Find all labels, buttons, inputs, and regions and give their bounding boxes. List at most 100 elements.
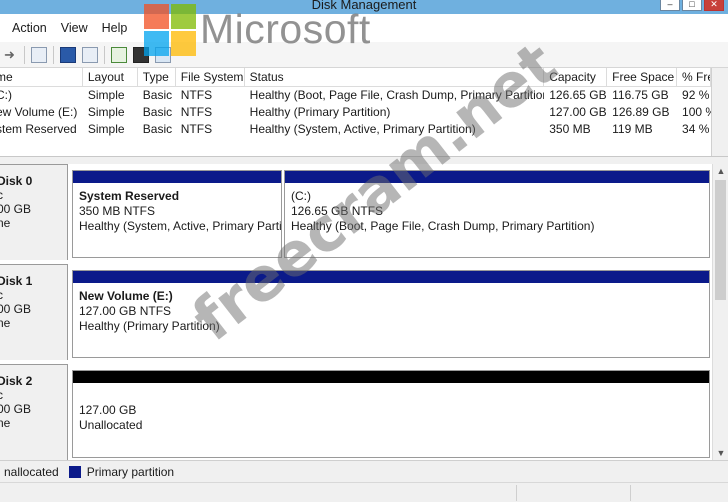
toolbar-separator xyxy=(24,45,25,64)
pane-splitter[interactable] xyxy=(0,156,728,164)
column-file-system[interactable]: File System xyxy=(176,68,245,86)
refresh-icon[interactable] xyxy=(111,46,127,63)
cell-status: Healthy (System, Active, Primary Partiti… xyxy=(249,122,476,136)
disk-row: Disk 2 c 00 GB ne 127.00 GB Unallocated xyxy=(0,364,712,460)
menu-view[interactable]: View xyxy=(61,21,88,35)
partition-e[interactable]: New Volume (E:) 127.00 GB NTFS Healthy (… xyxy=(72,270,710,358)
close-button[interactable]: ✕ xyxy=(704,0,724,11)
status-bar xyxy=(0,482,728,502)
unallocated-bar xyxy=(73,371,709,383)
cell-free-space: 116.75 GB xyxy=(612,88,669,102)
partition-c[interactable]: (C:) 126.65 GB NTFS Healthy (Boot, Page … xyxy=(284,170,710,258)
disk-status: ne xyxy=(0,416,11,430)
cell-percent-free: 92 % xyxy=(682,88,710,102)
toolbar-separator xyxy=(104,45,105,64)
forward-arrow-icon[interactable]: ➜ xyxy=(4,47,18,62)
menu-action[interactable]: Action xyxy=(12,21,47,35)
microsoft-watermark-text: Microsoft xyxy=(200,6,371,52)
cell-file-system: NTFS xyxy=(180,88,213,102)
column-capacity[interactable]: Capacity xyxy=(544,68,608,86)
cell-status: Healthy (Boot, Page File, Crash Dump, Pr… xyxy=(249,88,545,102)
scroll-thumb[interactable] xyxy=(715,180,726,300)
cell-file-system: NTFS xyxy=(180,105,213,119)
cell-volume: ew Volume (E:) xyxy=(0,105,78,119)
cell-type: Basic xyxy=(142,122,173,136)
legend-unallocated-label: nallocated xyxy=(4,464,59,479)
column-type[interactable]: Type xyxy=(138,68,176,86)
cell-type: Basic xyxy=(142,88,173,102)
partition-size: 350 MB NTFS xyxy=(79,204,156,218)
table-row[interactable]: ew Volume (E:) Simple Basic NTFS Healthy… xyxy=(0,104,711,121)
partition-status: Unallocated xyxy=(79,418,143,432)
partition-system-reserved[interactable]: System Reserved 350 MB NTFS Healthy (Sys… xyxy=(72,170,282,258)
toolbar-separator xyxy=(53,45,54,64)
window-controls: – □ ✕ xyxy=(660,0,724,11)
disk-name: Disk 0 xyxy=(0,174,33,188)
disk-size: 00 GB xyxy=(0,202,32,216)
column-layout[interactable]: Layout xyxy=(83,68,138,86)
maximize-button[interactable]: □ xyxy=(682,0,702,11)
table-row[interactable]: C:) Simple Basic NTFS Healthy (Boot, Pag… xyxy=(0,87,711,104)
menu-help[interactable]: Help xyxy=(102,21,128,35)
disk-row: Disk 1 c 00 GB ne New Volume (E:) 127.00… xyxy=(0,264,712,360)
partition-status: Healthy (Primary Partition) xyxy=(79,319,220,333)
cell-layout: Simple xyxy=(87,105,125,119)
disk-row: Disk 0 c 00 GB ne System Reserved 350 MB… xyxy=(0,164,712,260)
volume-list-header: me Layout Type File System Status Capaci… xyxy=(0,68,711,87)
disk-type: c xyxy=(0,288,3,302)
cell-layout: Simple xyxy=(87,122,125,136)
legend-primary-label: Primary partition xyxy=(86,464,175,479)
partition-size: 127.00 GB NTFS xyxy=(79,304,172,318)
cell-percent-free: 100 % xyxy=(682,105,711,119)
partition-bar xyxy=(73,171,281,183)
partition-size: 126.65 GB NTFS xyxy=(291,204,384,218)
table-row[interactable]: stem Reserved Simple Basic NTFS Healthy … xyxy=(0,121,711,138)
partition-unallocated[interactable]: 127.00 GB Unallocated xyxy=(72,370,710,458)
disk-size: 00 GB xyxy=(0,402,32,416)
column-volume[interactable]: me xyxy=(0,68,83,86)
cell-percent-free: 34 % xyxy=(682,122,710,136)
cell-file-system: NTFS xyxy=(180,122,213,136)
disk-name: Disk 2 xyxy=(0,374,33,388)
column-status[interactable]: Status xyxy=(245,68,545,86)
cell-free-space: 119 MB xyxy=(612,122,653,136)
primary-swatch xyxy=(68,465,81,478)
cell-capacity: 126.65 GB xyxy=(549,88,607,102)
cell-layout: Simple xyxy=(87,88,125,102)
minimize-button[interactable]: – xyxy=(660,0,680,11)
status-cell xyxy=(630,485,631,501)
disk-info[interactable]: Disk 1 c 00 GB ne xyxy=(0,264,68,360)
disk-size: 00 GB xyxy=(0,302,32,316)
partition-bar xyxy=(285,171,709,183)
cell-type: Basic xyxy=(142,105,173,119)
partition-status: Healthy (System, Active, Primary Partit xyxy=(79,219,282,233)
microsoft-logo-icon xyxy=(144,4,196,56)
volume-list: me Layout Type File System Status Capaci… xyxy=(0,68,712,156)
partition-status: Healthy (Boot, Page File, Crash Dump, Pr… xyxy=(291,219,595,233)
disk-info[interactable]: Disk 0 c 00 GB ne xyxy=(0,164,68,260)
partition-name: New Volume (E:) xyxy=(79,289,173,303)
column-free-space[interactable]: Free Space xyxy=(607,68,678,86)
column-percent-free[interactable]: % Free xyxy=(677,68,711,86)
cell-capacity: 350 MB xyxy=(549,122,591,136)
cell-status: Healthy (Primary Partition) xyxy=(249,105,391,119)
cell-free-space: 126.89 GB xyxy=(612,105,670,119)
status-cell xyxy=(516,485,517,501)
disk-info[interactable]: Disk 2 c 00 GB ne xyxy=(0,364,68,460)
cell-volume: C:) xyxy=(0,88,12,102)
disk-status: ne xyxy=(0,316,11,330)
cell-capacity: 127.00 GB xyxy=(549,105,607,119)
partition-name: (C:) xyxy=(291,189,311,203)
scroll-up-icon[interactable]: ▲ xyxy=(713,164,728,178)
properties-icon[interactable] xyxy=(82,46,98,63)
partition-size: 127.00 GB xyxy=(79,403,137,417)
vertical-scrollbar[interactable]: ▲ ▼ xyxy=(712,164,728,460)
disk-name: Disk 1 xyxy=(0,274,33,288)
partition-name: System Reserved xyxy=(79,189,180,203)
disk-map: Disk 0 c 00 GB ne System Reserved 350 MB… xyxy=(0,164,728,460)
scroll-down-icon[interactable]: ▼ xyxy=(713,446,728,460)
help-icon[interactable] xyxy=(60,46,76,63)
console-tree-icon[interactable] xyxy=(31,46,47,63)
cell-volume: stem Reserved xyxy=(0,122,77,136)
partition-bar xyxy=(73,271,709,283)
